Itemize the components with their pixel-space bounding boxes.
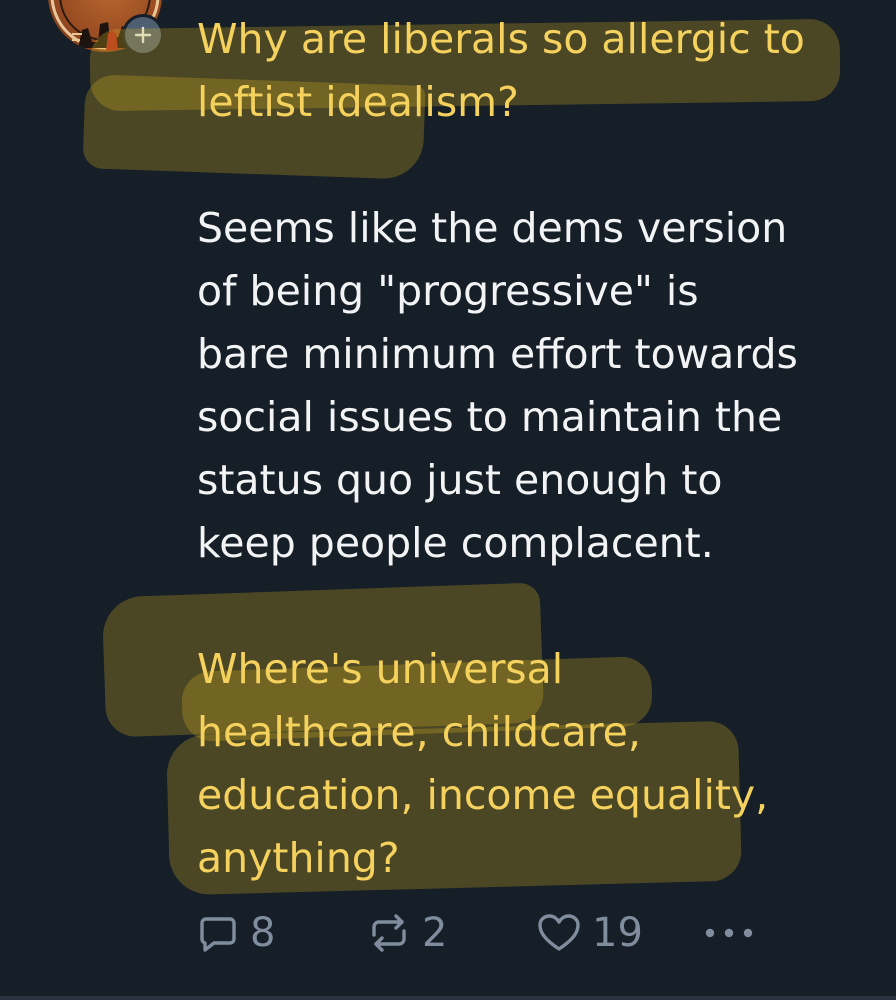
post-line: healthcare, childcare, [197, 708, 641, 756]
reply-bubble-icon [196, 911, 240, 955]
post-paragraph: Seems like the dems version of being "pr… [197, 197, 877, 575]
post-line: of being "progressive" is [197, 267, 699, 315]
post-card: Why are liberals so allergic to leftist … [0, 0, 896, 1000]
divider [0, 996, 896, 1000]
post-paragraph: Where's universal healthcare, childcare,… [197, 638, 877, 890]
post-line: leftist idealism? [197, 78, 519, 126]
post-line: Why are liberals so allergic to [197, 15, 805, 63]
post-line: keep people complacent. [197, 519, 714, 567]
like-button[interactable]: 19 [536, 906, 643, 960]
repost-count: 2 [422, 910, 448, 956]
post-line: Where's universal [197, 645, 564, 693]
post-text: Why are liberals so allergic to leftist … [197, 8, 877, 890]
more-dots-icon [702, 923, 756, 943]
heart-icon [536, 911, 582, 955]
post-paragraph: Why are liberals so allergic to leftist … [197, 8, 877, 134]
post-line: Seems like the dems version [197, 204, 788, 252]
repost-button[interactable]: 2 [366, 906, 447, 960]
reply-count: 8 [250, 910, 276, 956]
reply-button[interactable]: 8 [196, 906, 275, 960]
post-line: bare minimum effort towards [197, 330, 798, 378]
post-line: education, income equality, [197, 771, 769, 819]
more-options-button[interactable] [702, 906, 766, 960]
post-line: social issues to maintain the [197, 393, 783, 441]
post-line: anything? [197, 834, 400, 882]
post-line: status quo just enough to [197, 456, 723, 504]
repost-icon [366, 911, 412, 955]
like-count: 19 [592, 910, 643, 956]
